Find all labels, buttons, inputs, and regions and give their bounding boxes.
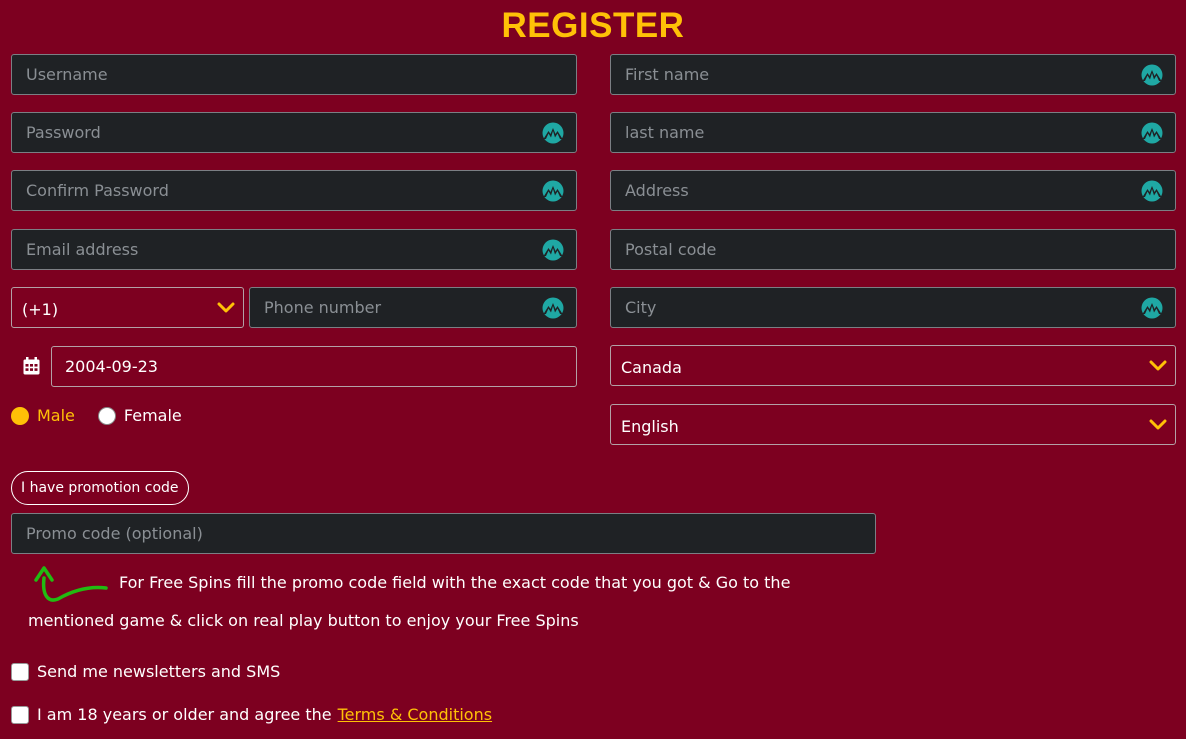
chevron-down-icon (1149, 419, 1167, 430)
password-manager-icon[interactable] (1141, 64, 1163, 86)
phone-number-input[interactable]: Phone number (249, 287, 577, 328)
terms-conditions-link[interactable]: Terms & Conditions (338, 705, 492, 724)
confirm-password-input[interactable]: Confirm Password (11, 170, 577, 211)
password-manager-icon[interactable] (542, 297, 564, 319)
gender-radio-group: Male Female (11, 406, 182, 425)
password-manager-icon[interactable] (542, 122, 564, 144)
city-placeholder: City (625, 298, 657, 317)
username-input[interactable]: Username (11, 54, 577, 95)
language-value: English (621, 416, 679, 436)
city-input[interactable]: City (610, 287, 1176, 328)
last-name-placeholder: last name (625, 123, 705, 142)
country-value: Canada (621, 357, 682, 377)
promotion-code-button[interactable]: I have promotion code (11, 471, 189, 505)
address-placeholder: Address (625, 181, 689, 200)
free-spins-info-line1: For Free Spins fill the promo code field… (119, 573, 791, 592)
language-select[interactable]: English (610, 404, 1176, 445)
password-manager-icon[interactable] (542, 239, 564, 261)
male-radio[interactable] (11, 406, 29, 425)
newsletter-checkbox[interactable] (11, 662, 29, 681)
register-page: REGISTER Username Password Confirm Passw… (0, 0, 1186, 739)
female-label[interactable]: Female (124, 406, 182, 425)
password-manager-icon[interactable] (1141, 297, 1163, 319)
phone-code-value: (+1) (22, 299, 59, 319)
male-label[interactable]: Male (37, 406, 75, 425)
terms-checkbox[interactable] (11, 705, 29, 724)
password-manager-icon[interactable] (1141, 180, 1163, 202)
first-name-placeholder: First name (625, 65, 710, 84)
address-input[interactable]: Address (610, 170, 1176, 211)
username-placeholder: Username (26, 65, 108, 84)
password-input[interactable]: Password (11, 112, 577, 153)
last-name-input[interactable]: last name (610, 112, 1176, 153)
phone-code-select[interactable]: (+1) (11, 287, 244, 328)
terms-label[interactable]: I am 18 years or older and agree the (37, 705, 332, 724)
newsletter-row: Send me newsletters and SMS (11, 662, 280, 681)
postal-code-input[interactable]: Postal code (610, 229, 1176, 270)
chevron-down-icon (217, 302, 235, 313)
female-radio[interactable] (97, 406, 116, 425)
phone-placeholder: Phone number (264, 298, 382, 317)
password-manager-icon[interactable] (1141, 122, 1163, 144)
newsletter-label[interactable]: Send me newsletters and SMS (37, 662, 280, 681)
free-spins-info-line2: mentioned game & click on real play butt… (28, 611, 579, 630)
email-input[interactable]: Email address (11, 229, 577, 270)
email-placeholder: Email address (26, 240, 139, 259)
first-name-input[interactable]: First name (610, 54, 1176, 95)
promo-code-input[interactable]: Promo code (optional) (11, 513, 876, 554)
password-placeholder: Password (26, 123, 101, 142)
terms-row: I am 18 years or older and agree the Ter… (11, 705, 492, 724)
birth-date-input[interactable]: 2004-09-23 (51, 346, 577, 387)
country-select[interactable]: Canada (610, 345, 1176, 386)
promo-code-placeholder: Promo code (optional) (26, 524, 203, 543)
calendar-icon (23, 357, 40, 375)
postal-code-placeholder: Postal code (625, 240, 717, 259)
curved-arrow-up-icon (34, 566, 108, 602)
page-title: REGISTER (501, 6, 685, 45)
birth-date-value: 2004-09-23 (65, 357, 158, 376)
confirm-password-placeholder: Confirm Password (26, 181, 169, 200)
password-manager-icon[interactable] (542, 180, 564, 202)
chevron-down-icon (1149, 360, 1167, 371)
